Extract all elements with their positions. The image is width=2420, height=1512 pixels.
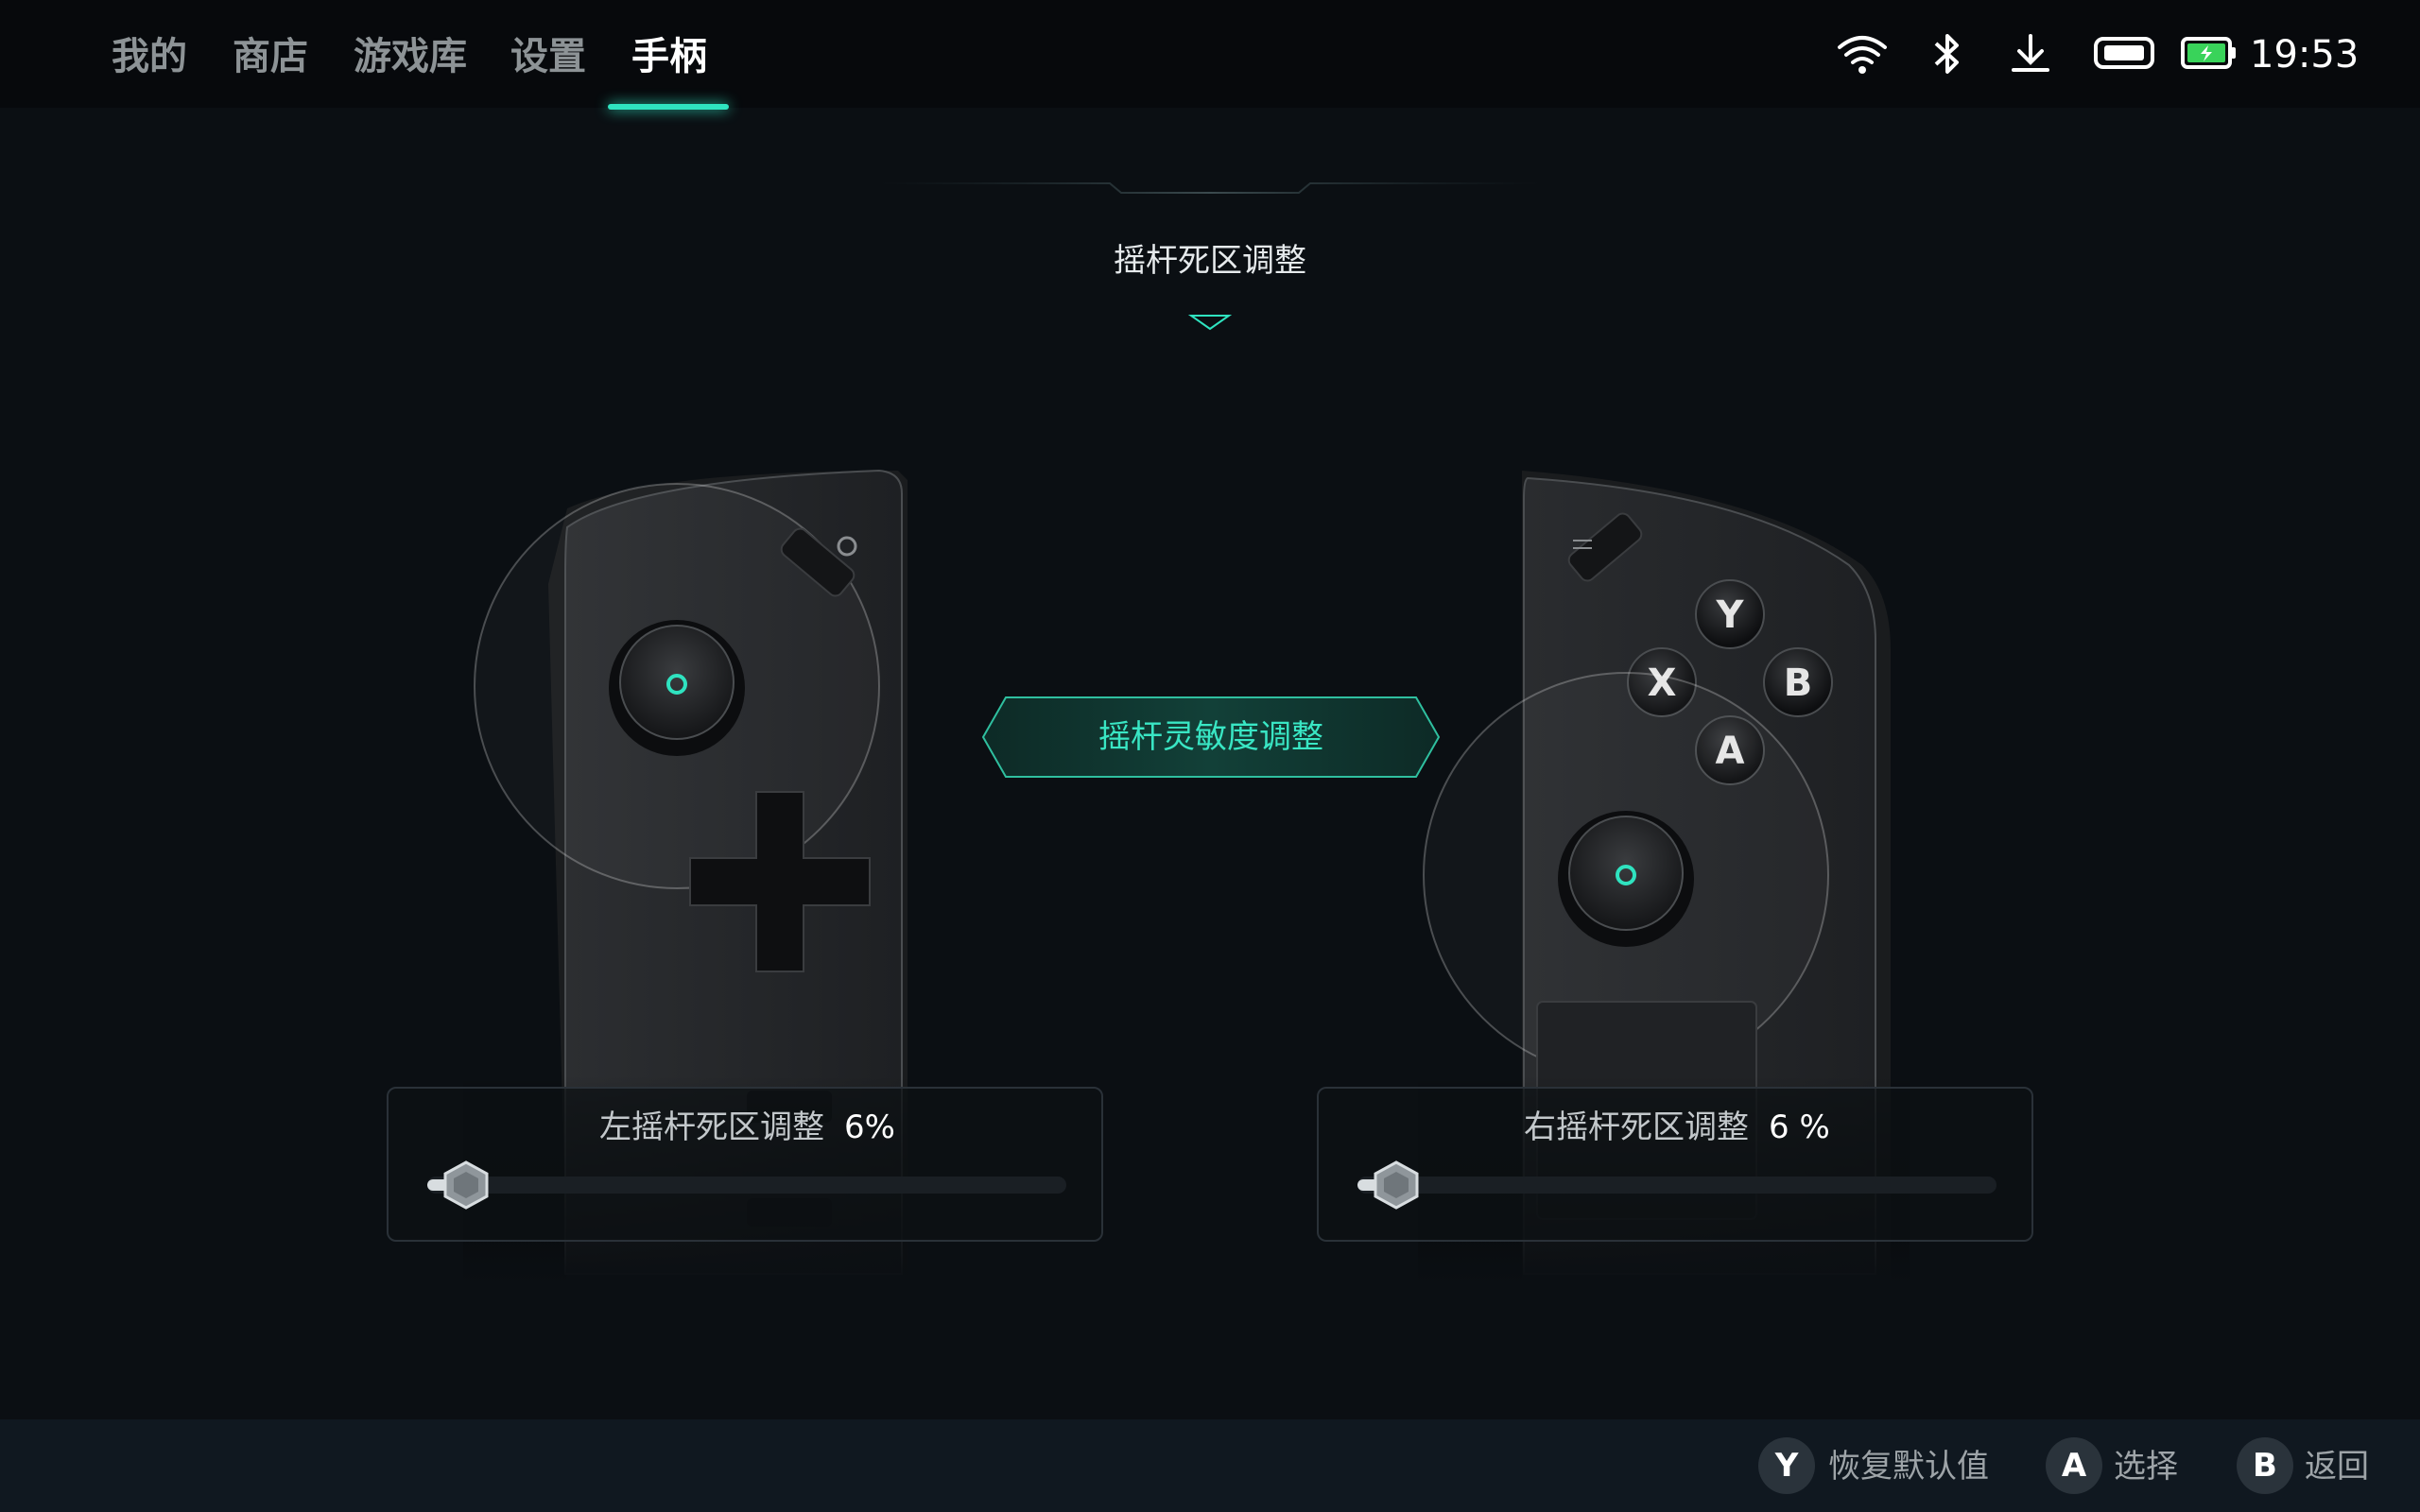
right-deadzone-value: 6 % <box>1769 1108 1830 1146</box>
right-deadzone-label: 右摇杆死区调整 <box>1524 1108 1749 1146</box>
sensitivity-adjust-button[interactable]: 摇杆灵敏度调整 <box>981 696 1441 779</box>
right-deadzone-slider-thumb[interactable] <box>1371 1160 1422 1210</box>
bluetooth-icon <box>1934 34 1959 74</box>
left-deadzone-value: 6% <box>844 1108 895 1146</box>
left-deadzone-slider-thumb[interactable] <box>441 1160 492 1210</box>
battery-charging-icon <box>2181 37 2236 69</box>
select-hint[interactable]: 选择 <box>2114 1442 2178 1491</box>
b-key-hint-icon: B <box>2237 1437 2293 1494</box>
y-key-hint-icon: Y <box>1758 1437 1815 1494</box>
left-deadzone-label: 左摇杆死区调整 <box>599 1108 824 1146</box>
left-deadzone-slider[interactable] <box>427 1177 1066 1194</box>
active-tab-indicator <box>608 104 729 110</box>
tab-store[interactable]: 商店 <box>233 28 308 85</box>
restore-default-hint[interactable]: 恢复默认值 <box>1828 1442 1989 1491</box>
a-key-hint-icon: A <box>2046 1437 2102 1494</box>
tab-settings[interactable]: 设置 <box>510 28 586 85</box>
back-hint[interactable]: 返回 <box>2305 1442 2369 1491</box>
tab-mine[interactable]: 我的 <box>112 28 187 85</box>
clock: 19:53 <box>2250 33 2360 77</box>
tab-controller[interactable]: 手柄 <box>631 28 707 85</box>
download-icon <box>2012 34 2049 72</box>
tab-library[interactable]: 游戏库 <box>354 28 467 85</box>
controller-battery-icon <box>2094 37 2154 69</box>
right-deadzone-slider[interactable] <box>1357 1177 1996 1194</box>
page-title: 摇杆死区调整 <box>1114 242 1306 280</box>
wifi-icon <box>1838 36 1887 74</box>
